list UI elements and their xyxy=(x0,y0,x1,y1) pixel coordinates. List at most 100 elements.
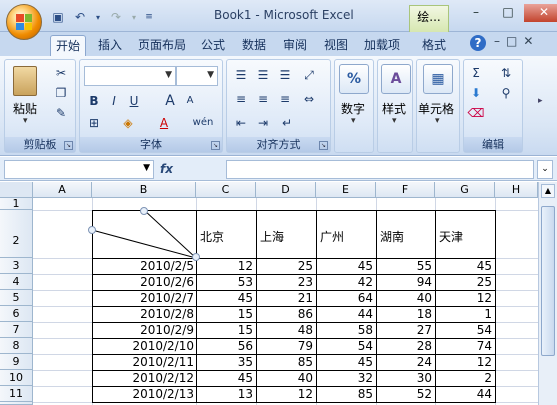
font-launcher-icon[interactable]: ↘ xyxy=(211,141,220,150)
increase-indent-icon[interactable]: ⇥ xyxy=(253,114,273,132)
percent-icon[interactable]: % xyxy=(339,64,369,94)
value-cell[interactable]: 24 xyxy=(376,354,432,370)
vertical-scrollbar[interactable]: ▲ xyxy=(538,182,557,405)
decrease-indent-icon[interactable]: ⇤ xyxy=(231,114,251,132)
value-cell[interactable]: 45 xyxy=(196,370,253,386)
value-cell[interactable]: 54 xyxy=(435,322,492,338)
value-cell[interactable]: 48 xyxy=(256,322,313,338)
office-button[interactable] xyxy=(6,4,42,40)
date-cell[interactable]: 2010/2/13 xyxy=(92,386,194,402)
value-cell[interactable]: 40 xyxy=(256,370,313,386)
value-cell[interactable]: 1 xyxy=(435,306,492,322)
wrap-text-icon[interactable]: ↵ xyxy=(277,114,297,132)
fill-color-icon[interactable]: ◈ xyxy=(118,114,138,132)
fill-icon[interactable]: ⬇ xyxy=(466,84,486,102)
name-box[interactable]: ▼ xyxy=(4,160,154,179)
tab-review[interactable]: 审阅 xyxy=(278,35,312,56)
save-icon[interactable]: ▣ xyxy=(50,10,66,25)
align-left-icon[interactable]: ≡ xyxy=(231,90,251,108)
merge-center-icon[interactable]: ⇔ xyxy=(299,90,319,108)
undo-icon[interactable]: ↶ xyxy=(72,10,88,25)
date-cell[interactable]: 2010/2/9 xyxy=(92,322,194,338)
value-cell[interactable]: 23 xyxy=(256,274,313,290)
paste-icon[interactable] xyxy=(13,66,37,96)
value-cell[interactable]: 79 xyxy=(256,338,313,354)
maximize-icon[interactable]: □ xyxy=(492,4,524,22)
value-cell[interactable]: 28 xyxy=(376,338,432,354)
value-cell[interactable]: 15 xyxy=(196,322,253,338)
value-cell[interactable]: 40 xyxy=(376,290,432,306)
italic-button[interactable]: I xyxy=(104,92,124,110)
header-cell-f[interactable]: 湖南 xyxy=(380,229,404,245)
worksheet-grid[interactable]: A B C D E F G H 1 2 3 4 5 6 7 8 9 10 11 … xyxy=(0,182,538,405)
ribbon-scroll-icon[interactable]: ▸ xyxy=(538,96,554,116)
value-cell[interactable]: 12 xyxy=(196,258,253,274)
date-cell[interactable]: 2010/2/12 xyxy=(92,370,194,386)
tab-home[interactable]: 开始 xyxy=(50,35,86,56)
value-cell[interactable]: 85 xyxy=(316,386,373,402)
value-cell[interactable]: 32 xyxy=(316,370,373,386)
header-cell-c[interactable]: 北京 xyxy=(200,229,224,245)
font-size-combo[interactable]: ▼ xyxy=(176,66,218,86)
date-cell[interactable]: 2010/2/6 xyxy=(92,274,194,290)
value-cell[interactable]: 45 xyxy=(435,258,492,274)
header-cell-g[interactable]: 天津 xyxy=(439,229,463,245)
phonetic-guide-button[interactable]: wén xyxy=(188,114,218,132)
value-cell[interactable]: 45 xyxy=(316,258,373,274)
value-cell[interactable]: 55 xyxy=(376,258,432,274)
insert-function-button[interactable]: fx xyxy=(160,160,220,179)
underline-button[interactable]: U xyxy=(124,92,144,110)
align-bottom-icon[interactable]: ☰ xyxy=(275,66,295,84)
value-cell[interactable]: 25 xyxy=(256,258,313,274)
borders-icon[interactable]: ⊞ xyxy=(84,114,104,132)
tab-data[interactable]: 数据 xyxy=(237,35,271,56)
redo-icon[interactable]: ↷ xyxy=(108,10,124,25)
cells-button[interactable]: 单元格 xyxy=(418,100,454,117)
tab-page-layout[interactable]: 页面布局 xyxy=(134,35,190,56)
formula-input[interactable] xyxy=(226,160,534,179)
scroll-thumb[interactable] xyxy=(541,206,555,356)
align-right-icon[interactable]: ≡ xyxy=(275,90,295,108)
format-painter-icon[interactable]: ✎ xyxy=(51,104,71,122)
cells-icon[interactable]: ▦ xyxy=(423,64,453,94)
workbook-window-controls[interactable]: –□✕ xyxy=(494,34,539,48)
align-top-icon[interactable]: ☰ xyxy=(231,66,251,84)
close-icon[interactable]: ✕ xyxy=(524,4,557,22)
align-center-icon[interactable]: ≡ xyxy=(253,90,273,108)
scroll-up-icon[interactable]: ▲ xyxy=(541,184,555,198)
date-cell[interactable]: 2010/2/5 xyxy=(92,258,194,274)
value-cell[interactable]: 12 xyxy=(256,386,313,402)
value-cell[interactable]: 44 xyxy=(316,306,373,322)
undo-dropdown-icon[interactable]: ▾ xyxy=(94,10,102,25)
value-cell[interactable]: 42 xyxy=(316,274,373,290)
value-cell[interactable]: 27 xyxy=(376,322,432,338)
styles-button[interactable]: 样式 xyxy=(382,100,406,117)
value-cell[interactable]: 12 xyxy=(435,354,492,370)
header-cell-d[interactable]: 上海 xyxy=(260,229,284,245)
tab-formulas[interactable]: 公式 xyxy=(196,35,230,56)
value-cell[interactable]: 56 xyxy=(196,338,253,354)
orientation-icon[interactable]: ⤢ xyxy=(299,66,319,84)
customize-qat-icon[interactable]: ≡ xyxy=(144,10,154,25)
tab-insert[interactable]: 插入 xyxy=(92,35,128,56)
drawing-tools-context-tab[interactable]: 绘... xyxy=(409,5,449,32)
value-cell[interactable]: 45 xyxy=(196,290,253,306)
value-cell[interactable]: 74 xyxy=(435,338,492,354)
value-cell[interactable]: 25 xyxy=(435,274,492,290)
copy-icon[interactable]: ❐ xyxy=(51,84,71,102)
value-cell[interactable]: 94 xyxy=(376,274,432,290)
value-cell[interactable]: 44 xyxy=(435,386,492,402)
paste-button[interactable]: 粘贴 xyxy=(13,100,37,117)
value-cell[interactable]: 86 xyxy=(256,306,313,322)
bold-button[interactable]: B xyxy=(84,92,104,110)
font-color-icon[interactable]: A xyxy=(154,114,174,132)
cut-icon[interactable]: ✂ xyxy=(51,64,71,82)
value-cell[interactable]: 13 xyxy=(196,386,253,402)
value-cell[interactable]: 54 xyxy=(316,338,373,354)
value-cell[interactable]: 12 xyxy=(435,290,492,306)
value-cell[interactable]: 85 xyxy=(256,354,313,370)
value-cell[interactable]: 15 xyxy=(196,306,253,322)
header-cell-e[interactable]: 广州 xyxy=(320,229,344,245)
tab-view[interactable]: 视图 xyxy=(319,35,353,56)
alignment-launcher-icon[interactable]: ↘ xyxy=(319,141,328,150)
